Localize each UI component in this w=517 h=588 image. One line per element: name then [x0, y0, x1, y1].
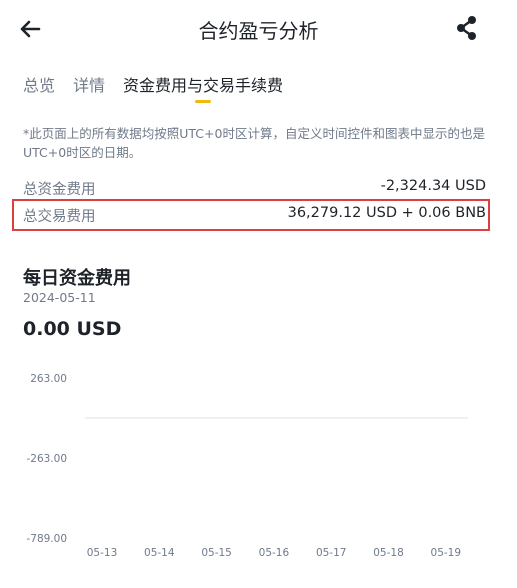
total-funding-label: 总资金费用	[23, 182, 96, 198]
total-fees-label: 总交易费用	[23, 209, 96, 225]
daily-funding-value: 0.00 USD	[23, 318, 122, 340]
total-funding-row: 总资金费用 -2,324.34 USD	[23, 176, 486, 200]
x-tick-label: 05-15	[201, 547, 232, 559]
share-icon[interactable]	[455, 14, 479, 42]
data-point	[273, 417, 275, 419]
data-point	[445, 417, 447, 419]
tab-label: 总览	[23, 76, 56, 95]
x-tick-label: 05-19	[431, 547, 462, 559]
x-tick-label: 05-14	[144, 547, 175, 559]
data-point	[387, 417, 390, 419]
data-point	[158, 417, 161, 419]
data-point	[101, 417, 103, 419]
tab-label: 资金费用与交易手续费	[123, 76, 284, 95]
timezone-note: *此页面上的所有数据均按照UTC+0时区计算，自定义时间控件和图表中显示的也是U…	[23, 126, 485, 160]
x-tick-label: 05-18	[373, 547, 404, 559]
x-tick-label: 05-16	[259, 547, 290, 559]
y-tick-label: -263.00	[26, 453, 67, 465]
data-point	[330, 417, 333, 419]
data-point	[215, 417, 218, 419]
tab-details[interactable]: 详情	[73, 72, 105, 108]
total-fees-row: 总交易费用 36,279.12 USD + 0.06 BNB	[23, 203, 486, 227]
total-funding-value: -2,324.34 USD	[380, 178, 486, 194]
active-tab-indicator	[195, 100, 211, 103]
total-fees-value: 36,279.12 USD + 0.06 BNB	[287, 205, 486, 221]
page-title: 合约盈亏分析	[198, 19, 319, 43]
tab-bar: 总览 详情 资金费用与交易手续费	[23, 72, 283, 108]
tab-overview[interactable]: 总览	[23, 72, 55, 108]
x-tick-label: 05-17	[316, 547, 347, 559]
y-tick-label: 263.00	[30, 373, 67, 385]
x-tick-label: 05-13	[87, 547, 118, 559]
daily-funding-title: 每日资金费用	[23, 268, 131, 289]
tab-label: 详情	[73, 76, 106, 95]
page: 合约盈亏分析 总览 详情 资金费用与交易手续费 *此页面上的所有数据均按照UTC…	[0, 0, 517, 588]
y-tick-label: -789.00	[26, 533, 67, 545]
header: 合约盈亏分析	[0, 0, 517, 58]
daily-funding-chart[interactable]: 263.00 -263.00 -789.00 05-13 05-14 05-15 05-16…	[0, 360, 517, 588]
daily-funding-date: 2024-05-11	[23, 290, 96, 305]
